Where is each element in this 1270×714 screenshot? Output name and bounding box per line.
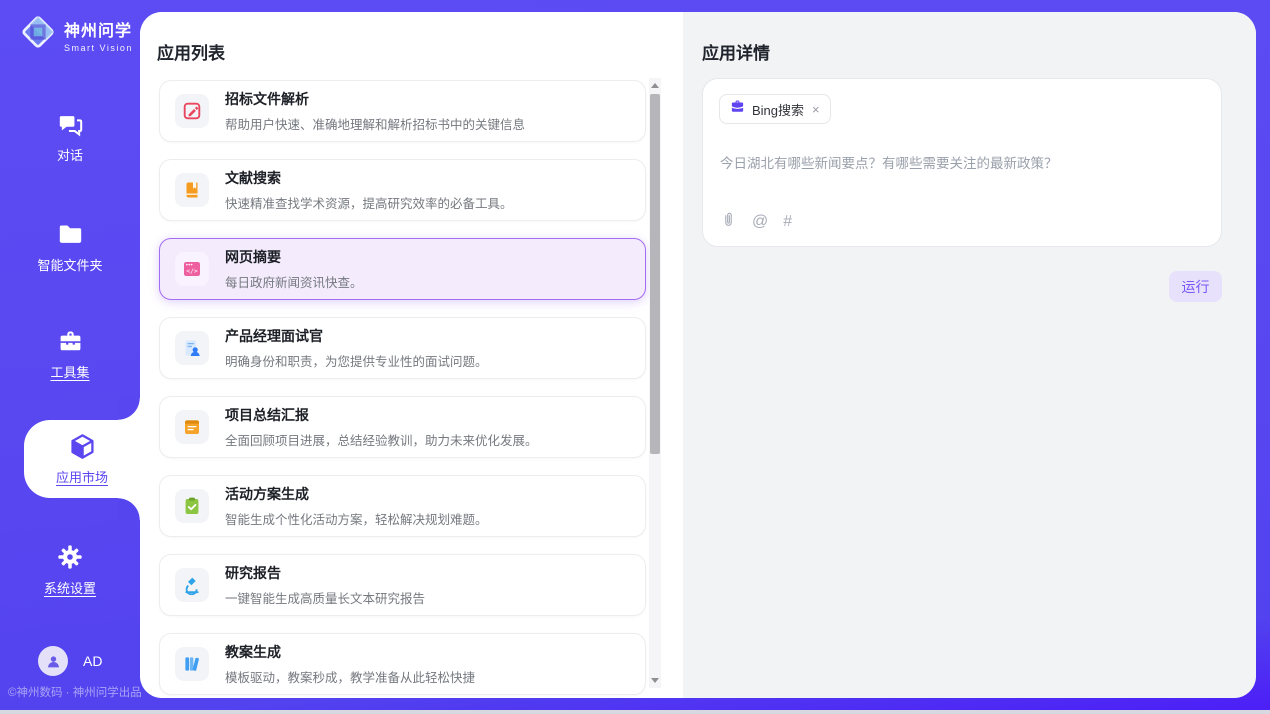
sidebar-item-system-settings[interactable]: 系统设置 bbox=[0, 543, 140, 597]
app-card-title: 文献搜索 bbox=[225, 168, 513, 188]
app-card-pm-interviewer[interactable]: 产品经理面试官明确身份和职责，为您提供专业性的面试问题。 bbox=[159, 317, 646, 379]
app-card-activity-plan[interactable]: 活动方案生成智能生成个性化活动方案，轻松解决规划难题。 bbox=[159, 475, 646, 537]
sidebar-item-label: 智能文件夹 bbox=[37, 255, 102, 274]
app-card-desc: 全面回顾项目进展，总结经验教训，助力未来优化发展。 bbox=[225, 430, 538, 449]
sidebar-item-label: 应用市场 bbox=[56, 467, 108, 486]
app-card-project-summary[interactable]: 项目总结汇报全面回顾项目进展，总结经验教训，助力未来优化发展。 bbox=[159, 396, 646, 458]
user-name: AD bbox=[83, 653, 102, 669]
app-list: 招标文件解析帮助用户快速、准确地理解和解析招标书中的关键信息文献搜索快速精准查找… bbox=[159, 80, 646, 698]
sidebar-item-toolkit[interactable]: 工具集 bbox=[0, 327, 140, 381]
app-card-desc: 快速精准查找学术资源，提高研究效率的必备工具。 bbox=[225, 193, 513, 212]
attachment-icon[interactable] bbox=[720, 211, 737, 233]
book-icon bbox=[175, 173, 209, 207]
close-icon[interactable]: × bbox=[812, 103, 820, 116]
gear-icon bbox=[56, 543, 84, 571]
app-card-desc: 一键智能生成高质量长文本研究报告 bbox=[225, 588, 425, 607]
sidebar-item-label: 系统设置 bbox=[44, 578, 96, 597]
app-card-title: 教案生成 bbox=[225, 642, 475, 662]
app-card-title: 研究报告 bbox=[225, 563, 425, 583]
app-card-literature[interactable]: 文献搜索快速精准查找学术资源，提高研究效率的必备工具。 bbox=[159, 159, 646, 221]
briefcase-icon bbox=[730, 99, 745, 119]
cube-icon bbox=[68, 432, 97, 460]
user-row[interactable]: AD bbox=[38, 646, 102, 676]
hash-icon[interactable]: # bbox=[783, 213, 791, 231]
svg-text:</>: </> bbox=[186, 267, 198, 275]
tool-chip-label: Bing搜索 bbox=[752, 100, 804, 119]
app-window: 神州问学 Smart Vision 对话智能文件夹工具集应用市场系统设置 AD … bbox=[0, 0, 1270, 714]
bottom-strip bbox=[0, 710, 1270, 714]
interview-icon bbox=[175, 331, 209, 365]
scrollbar[interactable] bbox=[649, 78, 661, 688]
books-icon bbox=[175, 647, 209, 681]
app-card-title: 招标文件解析 bbox=[225, 89, 525, 109]
app-detail-panel: 应用详情 Bing搜索 × 今日湖北有哪些新闻要点？有哪些需要关注的最新政策？ … bbox=[683, 12, 1256, 698]
app-card-desc: 模板驱动，教案秒成，教学准备从此轻松快捷 bbox=[225, 667, 475, 686]
app-card-title: 产品经理面试官 bbox=[225, 326, 488, 346]
sidebar: 神州问学 Smart Vision 对话智能文件夹工具集应用市场系统设置 AD … bbox=[0, 0, 140, 714]
query-text[interactable]: 今日湖北有哪些新闻要点？有哪些需要关注的最新政策？ bbox=[720, 152, 1204, 172]
diamond-logo-icon bbox=[19, 13, 57, 56]
app-card-lesson-plan[interactable]: 教案生成模板驱动，教案秒成，教学准备从此轻松快捷 bbox=[159, 633, 646, 695]
app-card-desc: 每日政府新闻资讯快查。 bbox=[225, 272, 363, 291]
scrollbar-thumb[interactable] bbox=[650, 94, 660, 454]
activity-icon bbox=[175, 489, 209, 523]
folder-icon bbox=[57, 220, 84, 248]
scroll-up-icon[interactable] bbox=[651, 83, 659, 88]
sidebar-item-smart-folder[interactable]: 智能文件夹 bbox=[0, 220, 140, 274]
logo: 神州问学 Smart Vision bbox=[19, 13, 133, 56]
app-card-desc: 明确身份和职责，为您提供专业性的面试问题。 bbox=[225, 351, 488, 370]
bid-doc-icon bbox=[175, 94, 209, 128]
sidebar-footer: ©神州数码 · 神州问学出品 bbox=[8, 684, 142, 700]
sidebar-item-label: 对话 bbox=[57, 145, 83, 164]
app-card-title: 网页摘要 bbox=[225, 247, 363, 267]
scroll-down-icon[interactable] bbox=[651, 678, 659, 683]
prompt-input-card[interactable]: Bing搜索 × 今日湖北有哪些新闻要点？有哪些需要关注的最新政策？ @ # bbox=[702, 78, 1222, 247]
run-button[interactable]: 运行 bbox=[1169, 271, 1222, 302]
webpage-icon: </> bbox=[175, 252, 209, 286]
sidebar-item-label: 工具集 bbox=[50, 362, 89, 381]
logo-title: 神州问学 bbox=[64, 17, 133, 41]
main-content: 应用列表 招标文件解析帮助用户快速、准确地理解和解析招标书中的关键信息文献搜索快… bbox=[140, 12, 1256, 698]
app-card-title: 活动方案生成 bbox=[225, 484, 488, 504]
microscope-icon bbox=[175, 568, 209, 602]
tool-chip-bing-search[interactable]: Bing搜索 × bbox=[719, 94, 831, 124]
logo-subtitle: Smart Vision bbox=[64, 43, 133, 53]
avatar[interactable] bbox=[38, 646, 68, 676]
sidebar-item-app-market[interactable]: 应用市场 bbox=[24, 420, 140, 498]
app-list-title: 应用列表 bbox=[157, 39, 225, 64]
app-card-web-summary[interactable]: </> 网页摘要每日政府新闻资讯快查。 bbox=[159, 238, 646, 300]
app-list-panel: 应用列表 招标文件解析帮助用户快速、准确地理解和解析招标书中的关键信息文献搜索快… bbox=[140, 12, 683, 698]
app-card-desc: 帮助用户快速、准确地理解和解析招标书中的关键信息 bbox=[225, 114, 525, 133]
input-toolbar: @ # bbox=[720, 211, 791, 233]
app-card-title: 项目总结汇报 bbox=[225, 405, 538, 425]
app-card-desc: 智能生成个性化活动方案，轻松解决规划难题。 bbox=[225, 509, 488, 528]
toolbox-icon bbox=[57, 327, 84, 355]
chat-icon bbox=[57, 110, 84, 138]
app-detail-title: 应用详情 bbox=[702, 39, 770, 64]
mention-icon[interactable]: @ bbox=[752, 213, 768, 231]
summary-icon bbox=[175, 410, 209, 444]
app-card-research-report[interactable]: 研究报告一键智能生成高质量长文本研究报告 bbox=[159, 554, 646, 616]
app-card-bid-parse[interactable]: 招标文件解析帮助用户快速、准确地理解和解析招标书中的关键信息 bbox=[159, 80, 646, 142]
sidebar-item-chat[interactable]: 对话 bbox=[0, 110, 140, 164]
